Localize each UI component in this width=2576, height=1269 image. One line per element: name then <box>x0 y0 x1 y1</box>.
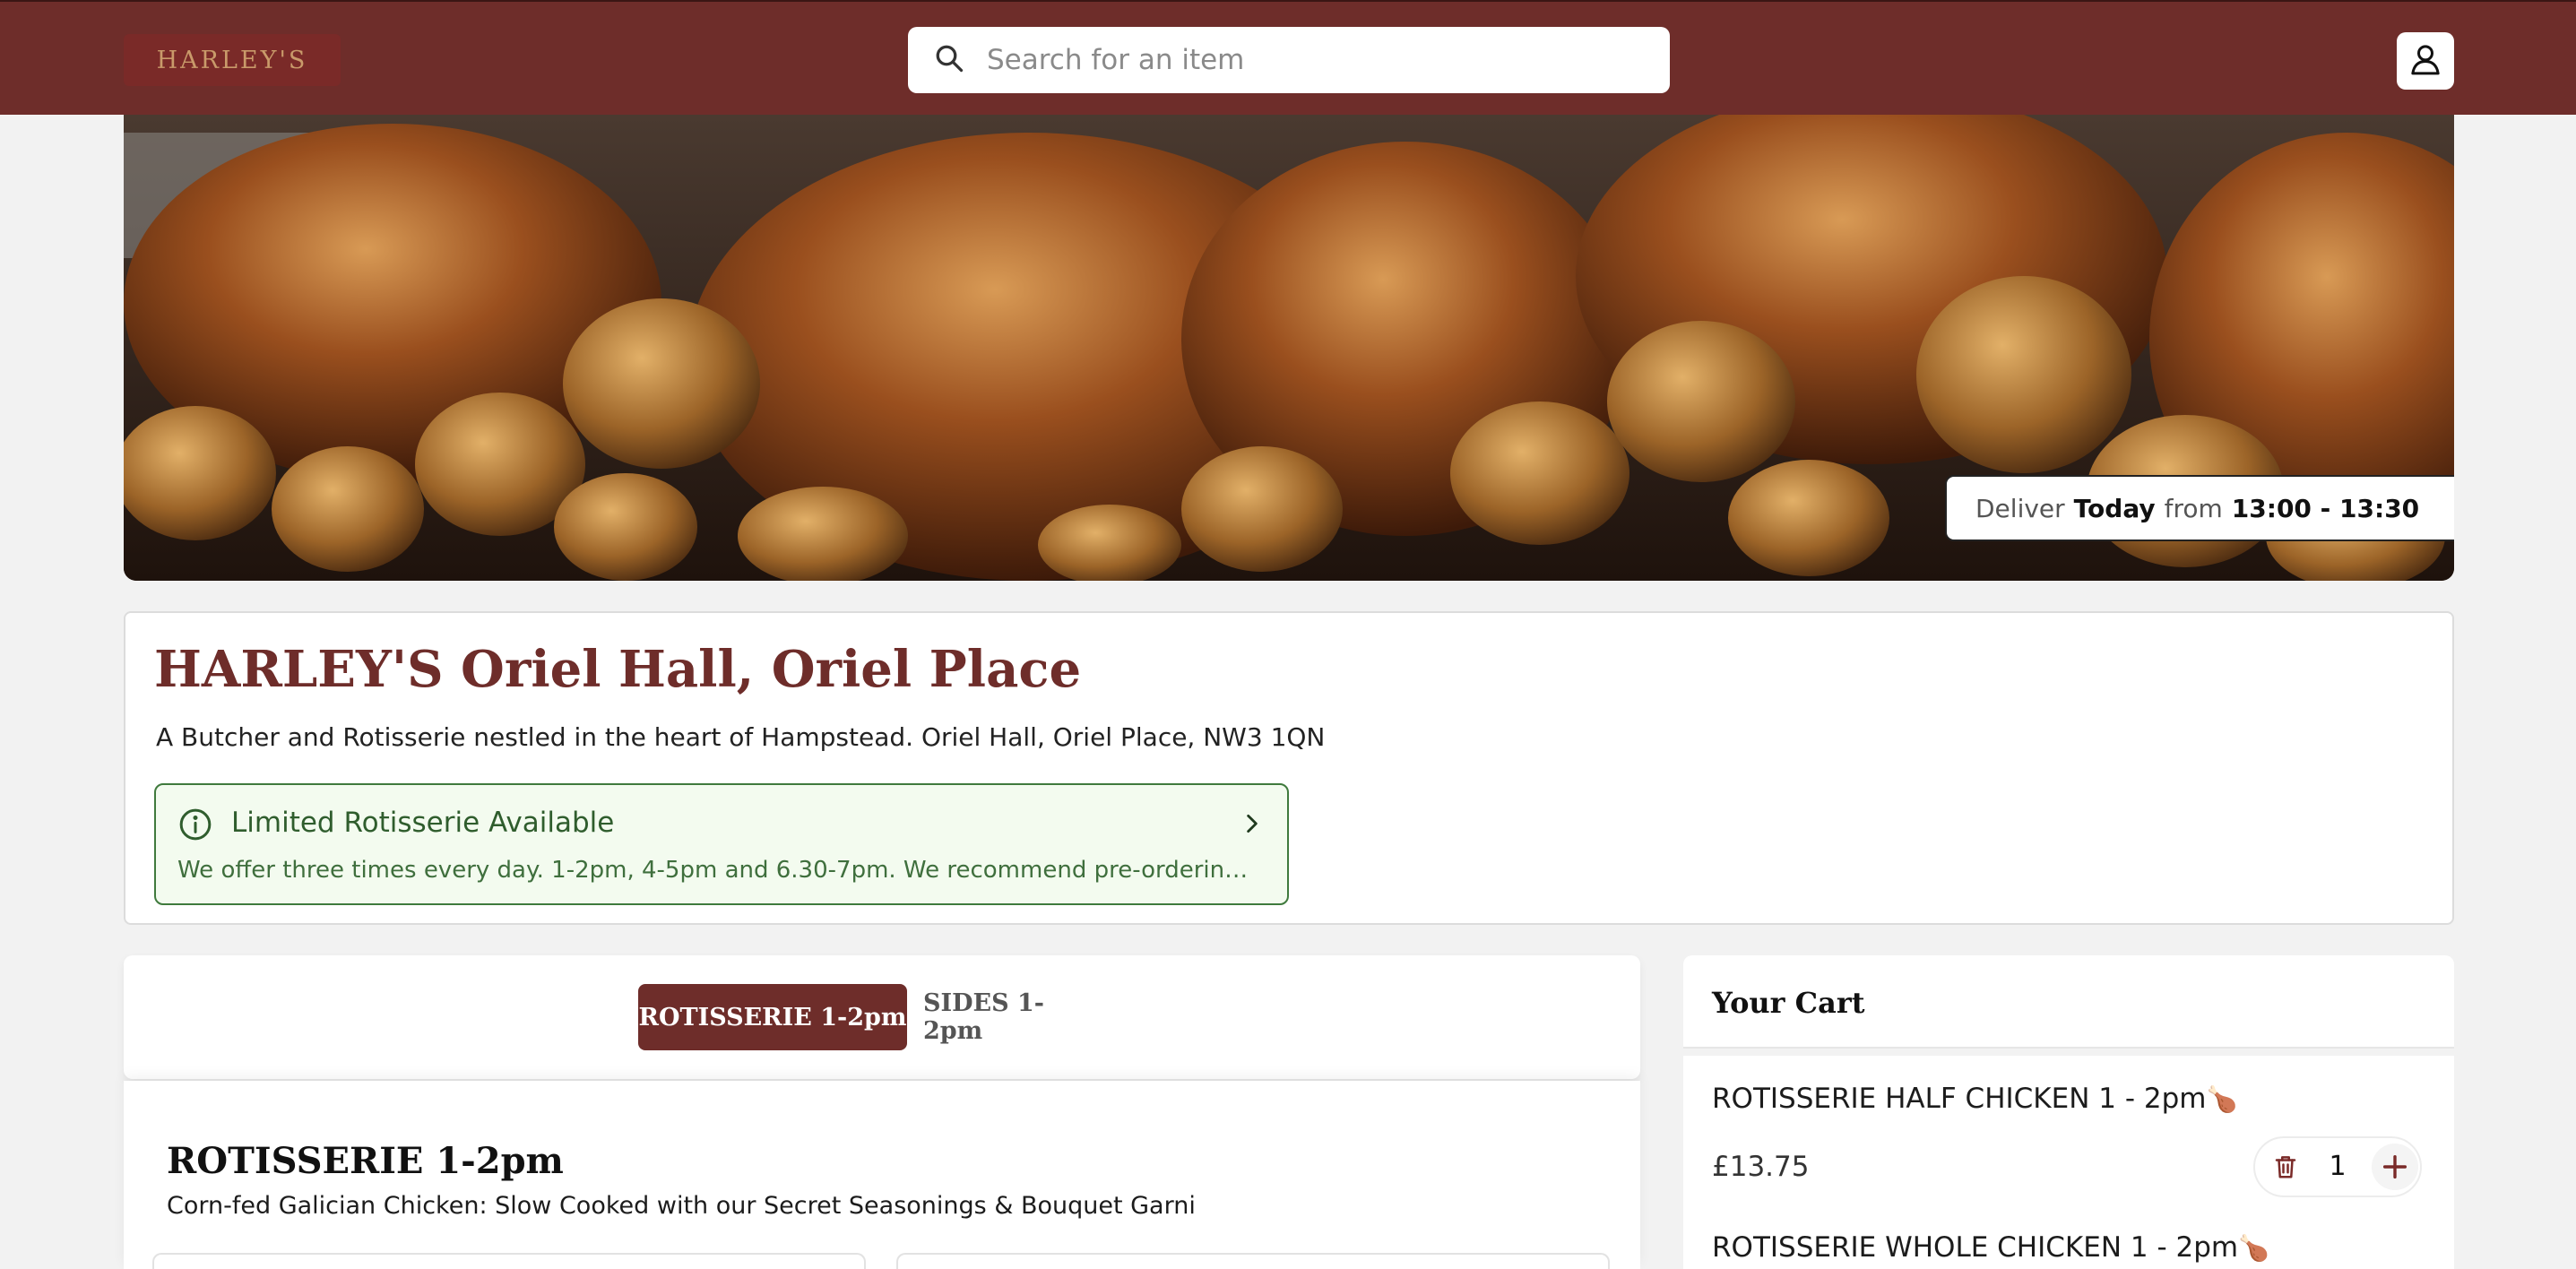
hero-banner: Deliver Today from 13:00 - 13:30 <box>124 115 2454 581</box>
drumstick-icon: 🍗 <box>2238 1233 2269 1263</box>
cart-item-label: ROTISSERIE HALF CHICKEN 1 - 2pm <box>1712 1083 2207 1115</box>
deliver-label: Deliver <box>1975 493 2065 523</box>
trash-icon <box>2275 1156 2296 1178</box>
deliver-from-label: from <box>2164 493 2223 523</box>
cart-item-label: ROTISSERIE WHOLE CHICKEN 1 - 2pm <box>1712 1231 2239 1264</box>
cart-item-name: ROTISSERIE HALF CHICKEN 1 - 2pm🍗 <box>1712 1083 2237 1115</box>
item-quantity: 1 <box>2329 1151 2347 1182</box>
deliver-time-window: 13:00 - 13:30 <box>2231 493 2420 523</box>
user-icon <box>2407 41 2443 81</box>
chevron-right-icon <box>1247 814 1258 833</box>
tab-sides[interactable]: SIDES 1-2pm <box>923 984 1102 1050</box>
restaurant-location: Oriel Hall, Oriel Place <box>461 640 1082 699</box>
restaurant-title: HARLEY'S Oriel Hall, Oriel Place <box>154 640 1081 699</box>
remove-item-button[interactable] <box>2268 1149 2304 1185</box>
restaurant-info-card: HARLEY'S Oriel Hall, Oriel Place A Butch… <box>124 611 2454 925</box>
menu-category-tabs: ROTISSERIE 1-2pm SIDES 1-2pm <box>124 955 1640 1079</box>
harleys-logo[interactable]: HARLEY'S <box>124 34 341 86</box>
top-navigation-bar: HARLEY'S <box>0 0 2576 115</box>
notice-body: We offer three times every day. 1-2pm, 4… <box>177 857 1253 884</box>
restaurant-brand: HARLEY'S <box>154 640 444 699</box>
notice-title: Limited Rotisserie Available <box>231 807 615 839</box>
search-icon <box>933 42 965 78</box>
account-button[interactable] <box>2397 32 2454 90</box>
quantity-stepper: 1 <box>2253 1136 2422 1197</box>
tab-rotisserie[interactable]: ROTISSERIE 1-2pm <box>638 984 907 1050</box>
cart-item-price: £13.75 <box>1712 1151 1810 1183</box>
search-input[interactable] <box>987 44 1650 76</box>
deliver-day: Today <box>2073 493 2156 523</box>
limited-availability-notice[interactable]: Limited Rotisserie Available We offer th… <box>154 783 1289 905</box>
menu-item-card[interactable] <box>152 1253 866 1269</box>
cart-header: Your Cart <box>1683 955 2454 1049</box>
search-bar[interactable] <box>908 27 1670 93</box>
menu-item-card[interactable] <box>896 1253 1610 1269</box>
info-icon <box>179 808 212 841</box>
cart-title: Your Cart <box>1712 986 1865 1020</box>
cart-items-list: ROTISSERIE HALF CHICKEN 1 - 2pm🍗 £13.75 … <box>1683 1056 2454 1269</box>
section-subtitle: Corn-fed Galician Chicken: Slow Cooked w… <box>167 1192 1196 1220</box>
menu-section-rotisserie: ROTISSERIE 1-2pm Corn-fed Galician Chick… <box>124 1081 1640 1269</box>
increase-quantity-button[interactable] <box>2372 1144 2418 1190</box>
drumstick-icon: 🍗 <box>2206 1084 2238 1114</box>
plus-icon <box>2382 1154 2407 1179</box>
cart-item-name: ROTISSERIE WHOLE CHICKEN 1 - 2pm🍗 <box>1712 1231 2269 1264</box>
restaurant-description: A Butcher and Rotisserie nestled in the … <box>156 722 1326 752</box>
section-title: ROTISSERIE 1-2pm <box>167 1140 564 1182</box>
logo-text: HARLEY'S <box>156 46 308 74</box>
delivery-time-selector[interactable]: Deliver Today from 13:00 - 13:30 <box>1945 475 2454 541</box>
